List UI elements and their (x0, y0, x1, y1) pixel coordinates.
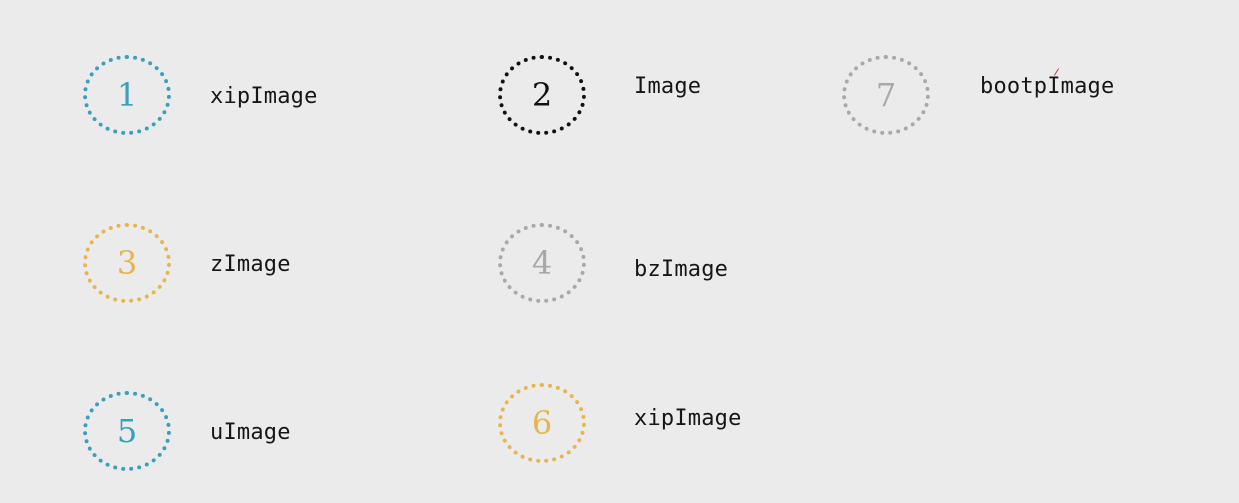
circle-number-6: 6 (531, 404, 553, 442)
item-label-4: bzImage (634, 257, 729, 282)
item-label-3: zImage (210, 252, 291, 277)
circle-number-5: 5 (116, 412, 138, 450)
number-circle-7: 7 (842, 55, 930, 135)
number-circle-3: 3 (83, 223, 171, 303)
circle-number-2: 2 (531, 76, 553, 114)
item-label-6: xipImage (634, 406, 742, 431)
circle-number-4: 4 (531, 244, 553, 282)
circle-number-1: 1 (116, 76, 138, 114)
item-label-2: Image (634, 74, 702, 99)
number-circle-6: 6 (498, 383, 586, 463)
number-circle-1: 1 (83, 55, 171, 135)
circle-number-3: 3 (116, 244, 138, 282)
item-label-1: xipImage (210, 84, 318, 109)
number-circle-4: 4 (498, 223, 586, 303)
diagram-canvas: 1 xipImage 2 Image 7 bootpImage 3 zImage… (0, 0, 1239, 503)
item-label-5: uImage (210, 420, 291, 445)
number-circle-2: 2 (498, 55, 586, 135)
item-label-7: bootpImage (980, 74, 1115, 99)
circle-number-7: 7 (875, 76, 897, 114)
number-circle-5: 5 (83, 391, 171, 471)
